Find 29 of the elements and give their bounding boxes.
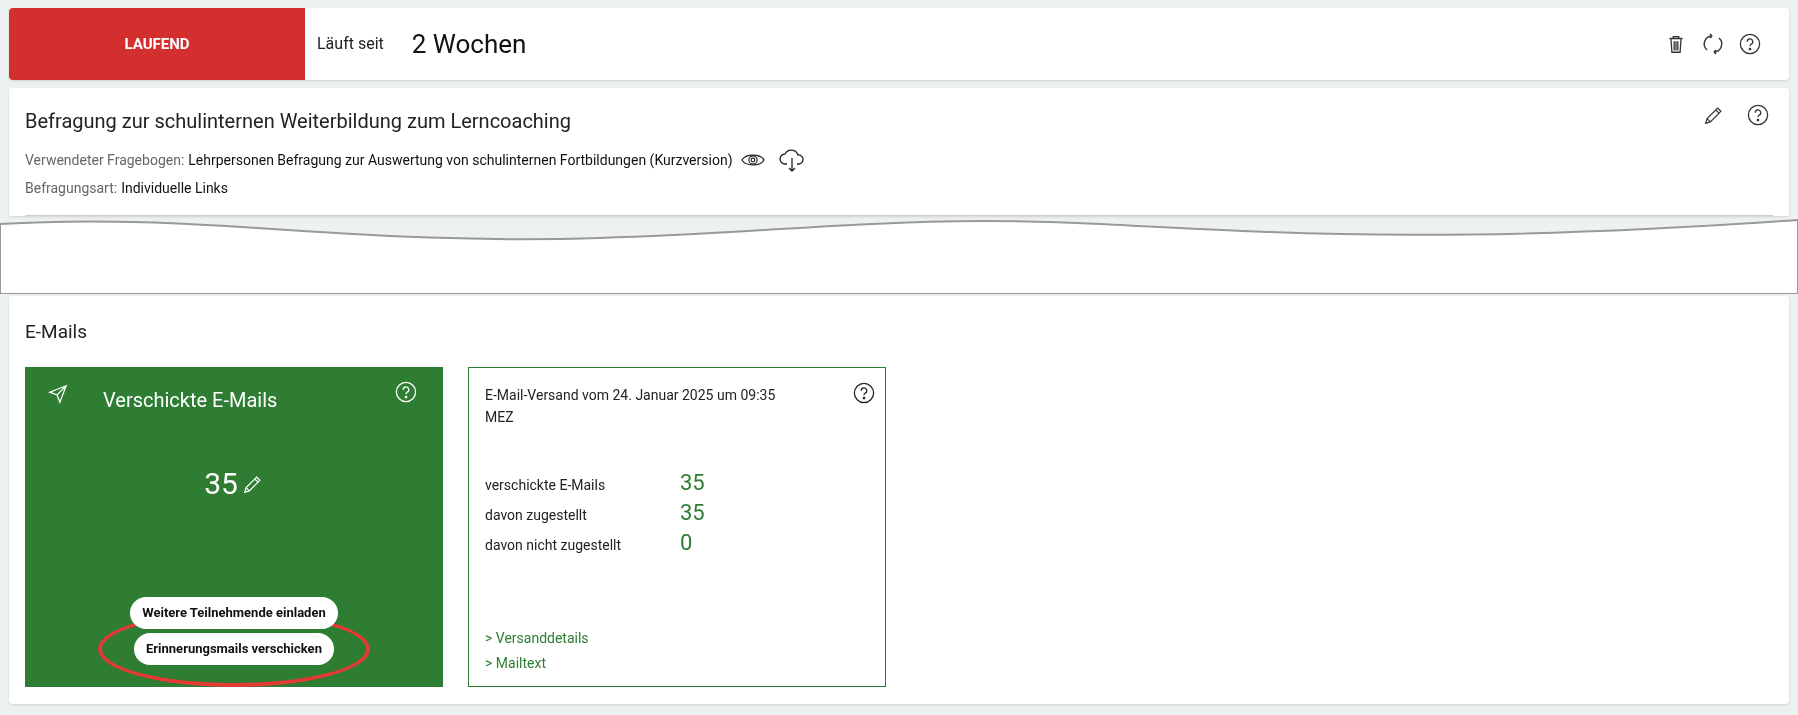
detail-value: Individuelle Links (121, 179, 228, 198)
refresh-icon[interactable] (1701, 32, 1725, 56)
detail-value: Lehrpersonen Befragung zur Auswertung von schulinternen Fortbildungen (Kurzversion) (188, 150, 733, 171)
action-button[interactable]: Erinnerungsmails verschicken (134, 632, 334, 665)
detail-label: Befragungsart: (25, 179, 118, 198)
section-heading: E-Mails (25, 319, 89, 345)
stat-label: verschickte E-Mails (485, 475, 607, 495)
help-icon[interactable] (1747, 104, 1769, 126)
stat-value: 0 (680, 529, 693, 556)
card-title: Verschickte E-Mails (103, 386, 278, 414)
running-since-value: 2 Wochen (411, 27, 527, 61)
action-button[interactable]: Weitere Teilnehmende einladen (130, 596, 338, 629)
link[interactable]: > Versanddetails (485, 627, 589, 649)
running-since-label: Läuft seit (317, 33, 384, 55)
survey-title: Befragung zur schulinternen Weiterbildung zum Lerncoaching (25, 108, 571, 135)
help-icon[interactable] (853, 381, 875, 404)
link[interactable]: > Mailtext (485, 652, 546, 674)
edit-icon[interactable] (1703, 104, 1725, 126)
send-icon (47, 382, 69, 405)
status-badge: LAUFEND (9, 8, 305, 80)
stat-label: davon nicht zugestellt (485, 535, 623, 555)
dispatch-title: E-Mail-Versand vom 24. Januar 2025 um 09:35 MEZ (485, 385, 777, 427)
stat-label: davon zugestellt (485, 505, 588, 525)
help-icon[interactable] (1739, 33, 1761, 55)
stat-value: 35 (680, 499, 705, 526)
detail-label: Verwendeter Fragebogen: (25, 150, 185, 170)
cloud-download-icon[interactable] (778, 148, 805, 172)
stat-value: 35 (680, 469, 705, 496)
sent-count: 35 (204, 468, 238, 499)
